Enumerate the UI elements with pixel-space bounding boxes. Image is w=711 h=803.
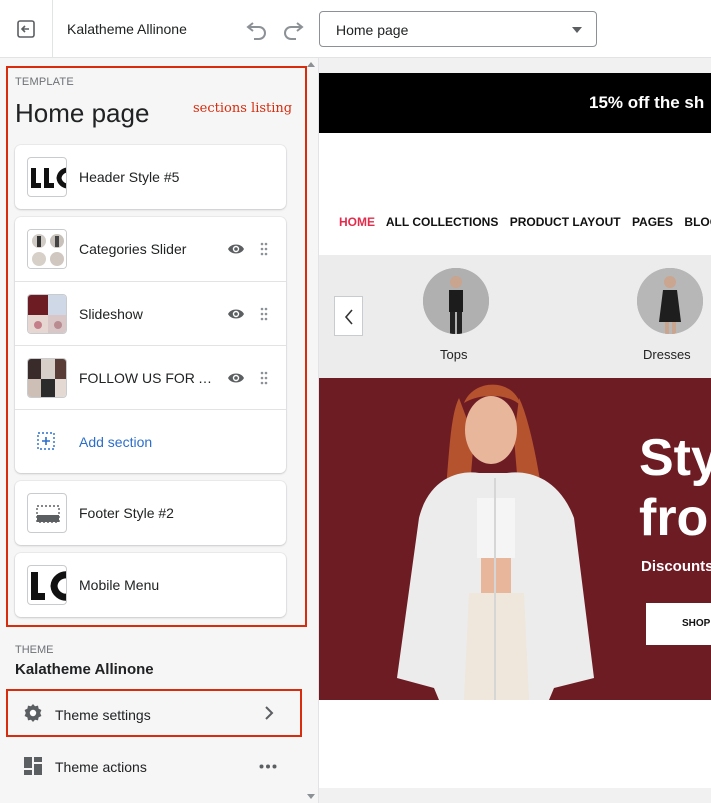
- theme-actions-button[interactable]: Theme actions: [6, 742, 302, 790]
- nav-item-blogs[interactable]: BLOGS: [684, 215, 711, 229]
- category-label-dresses[interactable]: Dresses: [643, 347, 691, 362]
- redo-button[interactable]: [280, 17, 306, 41]
- theme-actions-label: Theme actions: [55, 759, 147, 775]
- editor-topbar: Kalatheme Allinone Home page: [0, 0, 711, 58]
- hero-shop-button[interactable]: SHOP: [646, 603, 711, 645]
- categories-slider: Tops Dresses: [319, 255, 711, 378]
- announcement-text: 15% off the sh: [589, 93, 705, 112]
- undo-button[interactable]: [244, 17, 270, 41]
- slider-prev-button[interactable]: [334, 296, 363, 336]
- category-image-dresses[interactable]: [637, 268, 703, 334]
- page-selector-value: Home page: [336, 22, 409, 38]
- hero-slideshow: Sty fro Discounts SHOP: [319, 378, 711, 700]
- exit-button[interactable]: [0, 0, 53, 58]
- hero-model-image: [397, 384, 594, 700]
- announcement-bar: 15% off the sh: [319, 73, 711, 133]
- undo-icon: [246, 22, 266, 40]
- caret-down-icon: [572, 27, 582, 33]
- store-name: Kalatheme Allinone: [67, 21, 187, 37]
- store-preview-pane: 15% off the sh HOME ALL COLLECTIONS PROD…: [319, 58, 711, 803]
- main-navigation: HOME ALL COLLECTIONS PRODUCT LAYOUT PAGE…: [339, 215, 711, 229]
- theme-settings-button[interactable]: Theme settings: [6, 689, 302, 737]
- preview-frame: 15% off the sh HOME ALL COLLECTIONS PROD…: [319, 73, 711, 788]
- exit-icon: [17, 20, 35, 38]
- category-label-tops[interactable]: Tops: [440, 347, 467, 362]
- theme-name: Kalatheme Allinone: [15, 661, 154, 678]
- chevron-left-icon: [344, 309, 353, 325]
- nav-item-all-collections[interactable]: ALL COLLECTIONS: [386, 215, 498, 229]
- hero-title-line1: Sty: [639, 429, 711, 487]
- nav-item-pages[interactable]: PAGES: [632, 215, 673, 229]
- category-image-tops[interactable]: [423, 268, 489, 334]
- chevron-right-icon: [265, 706, 274, 720]
- hero-subtitle: Discounts: [641, 558, 711, 575]
- nav-item-home[interactable]: HOME: [339, 215, 375, 229]
- more-options-icon[interactable]: [259, 764, 277, 769]
- page-selector[interactable]: Home page: [319, 11, 597, 47]
- hero-title-line2: fro: [639, 489, 709, 547]
- gear-icon: [24, 704, 42, 722]
- theme-settings-label: Theme settings: [55, 707, 151, 723]
- redo-icon: [284, 22, 304, 40]
- nav-item-product-layout[interactable]: PRODUCT LAYOUT: [510, 215, 621, 229]
- theme-eyebrow: THEME: [15, 644, 54, 656]
- scroll-down-arrow[interactable]: [307, 794, 315, 799]
- annotation-highlight-box: [6, 66, 307, 627]
- hero-shop-button-label: SHOP: [682, 618, 711, 629]
- theme-actions-icon: [24, 757, 42, 775]
- scroll-up-arrow[interactable]: [307, 62, 315, 67]
